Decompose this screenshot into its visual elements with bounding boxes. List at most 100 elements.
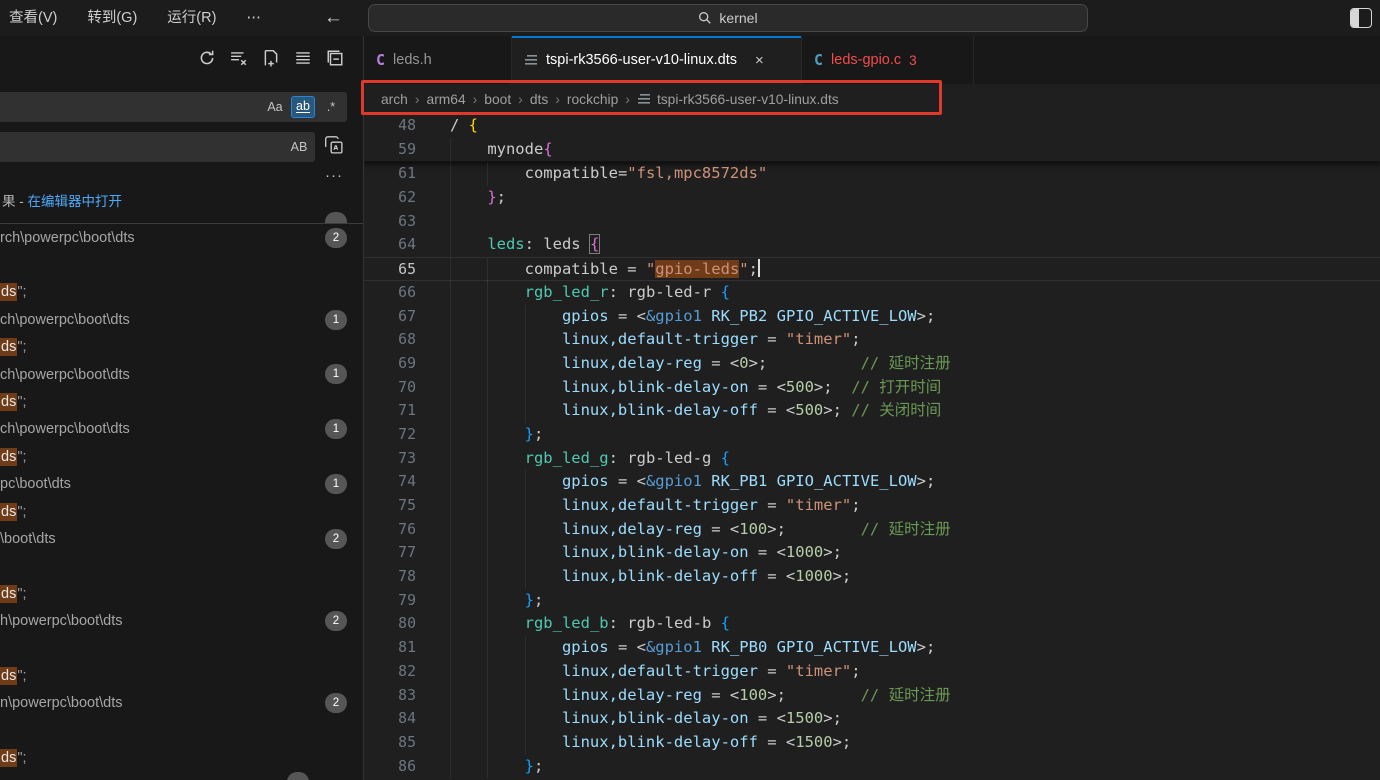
search-result-file-row[interactable]: ch\powerpc\boot\dts1 [0, 416, 363, 443]
tab-leds.h[interactable]: Cleds.h [364, 36, 512, 84]
new-search-editor-icon[interactable] [262, 49, 280, 67]
search-result-match-row[interactable]: ds"; [0, 662, 363, 689]
breadcrumb-item-arch[interactable]: arch [381, 92, 408, 107]
back-arrow-icon[interactable]: ← [324, 7, 343, 29]
indent-guide [450, 447, 487, 471]
search-result-file-row[interactable]: \boot\dts2 [0, 525, 363, 552]
code-token: linux,delay-reg [562, 686, 702, 704]
code-line-68[interactable]: 68 linux,default-trigger = "timer"; [364, 328, 1380, 352]
menu-item-1[interactable]: 转到(G) [72, 0, 152, 36]
code-token: = < [702, 520, 739, 538]
code-line-82[interactable]: 82 linux,default-trigger = "timer"; [364, 660, 1380, 684]
breadcrumb-item-arm64[interactable]: arm64 [427, 92, 466, 107]
code-line-64[interactable]: 64 leds: leds { [364, 233, 1380, 257]
search-result-file-row[interactable]: ch\powerpc\boot\dts1 [0, 306, 363, 333]
search-result-match-row[interactable] [0, 553, 363, 580]
result-count-badge: 1 [325, 310, 347, 330]
match-highlight: ds [0, 393, 17, 411]
code-line-62[interactable]: 62 }; [364, 186, 1380, 210]
tab-tspi-rk3566-user-v10-linux.dts[interactable]: tspi-rk3566-user-v10-linux.dts× [512, 36, 802, 84]
code-line-76[interactable]: 76 linux,delay-reg = <100>; // 延时注册 [364, 518, 1380, 542]
code-token: // 打开时间 [851, 378, 941, 396]
indent-guide [525, 684, 562, 708]
search-input[interactable]: Aa ab .* [0, 92, 347, 122]
code-line-61[interactable]: 61 compatible="fsl,mpc8572ds" [364, 162, 1380, 186]
search-result-match-row[interactable]: ds"; [0, 279, 363, 306]
code-line-80[interactable]: 80 rgb_led_b: rgb-led-b { [364, 612, 1380, 636]
code-token: &gpio1 [646, 638, 702, 656]
code-line-79[interactable]: 79 }; [364, 589, 1380, 613]
command-center-search[interactable]: kernel [368, 4, 1088, 32]
menu-item-2[interactable]: 运行(R) [152, 0, 231, 36]
code-token: : rgb-led-r [609, 283, 721, 301]
breadcrumb-item-boot[interactable]: boot [484, 92, 511, 107]
code-token: linux,blink-delay-on [562, 709, 749, 727]
code-line-72[interactable]: 72 }; [364, 423, 1380, 447]
search-result-match-row[interactable]: ds"; [0, 334, 363, 361]
refresh-icon[interactable] [198, 49, 216, 67]
code-line-75[interactable]: 75 linux,default-trigger = "timer"; [364, 494, 1380, 518]
code-line-78[interactable]: 78 linux,blink-delay-off = <1000>; [364, 565, 1380, 589]
search-result-file-row[interactable]: ch\powerpc\boot\dts1 [0, 361, 363, 388]
code-token: leds [487, 235, 524, 253]
search-result-match-row[interactable] [0, 251, 363, 278]
match-case-toggle[interactable]: Aa [263, 96, 287, 118]
code-token: 100 [739, 686, 767, 704]
code-line-86[interactable]: 86 }; [364, 755, 1380, 779]
replace-input[interactable]: AB [0, 132, 315, 162]
code-token: 100 [739, 520, 767, 538]
code-line-48[interactable]: 48/ { [364, 114, 1380, 138]
menu-item-0[interactable]: 查看(V) [0, 0, 72, 36]
code-line-74[interactable]: 74 gpios = <&gpio1 RK_PB1 GPIO_ACTIVE_LO… [364, 470, 1380, 494]
code-line-81[interactable]: 81 gpios = <&gpio1 RK_PB0 GPIO_ACTIVE_LO… [364, 636, 1380, 660]
breadcrumb-file[interactable]: tspi-rk3566-user-v10-linux.dts [637, 92, 839, 107]
code-editor[interactable]: 48/ {59 mynode{ 61 compatible="fsl,mpc85… [364, 114, 1380, 780]
code-line-71[interactable]: 71 linux,blink-delay-off = <500>; // 关闭时… [364, 399, 1380, 423]
preserve-case-toggle[interactable]: AB [287, 136, 311, 158]
whole-word-toggle[interactable]: ab [291, 96, 315, 118]
view-as-list-icon[interactable] [294, 49, 312, 67]
search-result-match-row[interactable]: ds"; [0, 580, 363, 607]
close-icon[interactable]: × [755, 52, 764, 69]
code-line-69[interactable]: 69 linux,delay-reg = <0>; // 延时注册 [364, 352, 1380, 376]
code-token [702, 472, 711, 490]
clear-results-icon[interactable] [230, 49, 248, 67]
search-result-file-row[interactable]: pc\boot\dts1 [0, 471, 363, 498]
breadcrumb-item-rockchip[interactable]: rockchip [567, 92, 618, 107]
breadcrumb-item-dts[interactable]: dts [530, 92, 548, 107]
search-result-file-row[interactable]: h\powerpc\boot\dts2 [0, 607, 363, 634]
search-result-match-row[interactable] [0, 717, 363, 744]
regex-toggle[interactable]: .* [319, 96, 343, 118]
code-line-67[interactable]: 67 gpios = <&gpio1 RK_PB2 GPIO_ACTIVE_LO… [364, 305, 1380, 329]
code-token [702, 307, 711, 325]
search-result-match-row[interactable]: ds"; [0, 443, 363, 470]
code-line-65[interactable]: 65 compatible = "gpio-leds"; [364, 257, 1380, 281]
code-line-70[interactable]: 70 linux,blink-delay-on = <500>; // 打开时间 [364, 376, 1380, 400]
code-token: 500 [786, 378, 814, 396]
line-number: 62 [364, 186, 416, 210]
code-line-84[interactable]: 84 linux,blink-delay-on = <1500>; [364, 707, 1380, 731]
code-line-77[interactable]: 77 linux,blink-delay-on = <1000>; [364, 541, 1380, 565]
code-line-83[interactable]: 83 linux,delay-reg = <100>; // 延时注册 [364, 684, 1380, 708]
search-result-match-row[interactable] [0, 635, 363, 662]
toggle-search-details-button[interactable]: ··· [325, 172, 343, 180]
breadcrumb-separator-icon: › [555, 91, 560, 107]
collapse-all-icon[interactable] [326, 49, 344, 67]
replace-all-icon[interactable] [325, 136, 343, 159]
code-line-85[interactable]: 85 linux,blink-delay-off = <1500>; [364, 731, 1380, 755]
code-line-63[interactable]: 63 [364, 210, 1380, 234]
code-line-66[interactable]: 66 rgb_led_r: rgb-led-r { [364, 281, 1380, 305]
code-line-73[interactable]: 73 rgb_led_g: rgb-led-g { [364, 447, 1380, 471]
search-result-match-row[interactable]: ds"; [0, 388, 363, 415]
search-result-file-row[interactable]: rch\powerpc\boot\dts2 [0, 224, 363, 251]
open-in-editor-link[interactable]: 在编辑器中打开 [28, 190, 123, 210]
search-result-file-row[interactable]: n\powerpc\boot\dts2 [0, 690, 363, 717]
search-result-match-row[interactable]: ds"; [0, 744, 363, 771]
menu-item-3[interactable]: ⋯ [231, 0, 276, 36]
search-result-match-row[interactable]: ds"; [0, 498, 363, 525]
line-number: 68 [364, 328, 416, 352]
toggle-sidebar-layout-icon[interactable] [1350, 8, 1372, 28]
tab-leds-gpio.c[interactable]: Cleds-gpio.c3 [802, 36, 974, 84]
match-highlight: ds [0, 338, 17, 356]
code-line-59[interactable]: 59 mynode{ [364, 138, 1380, 162]
